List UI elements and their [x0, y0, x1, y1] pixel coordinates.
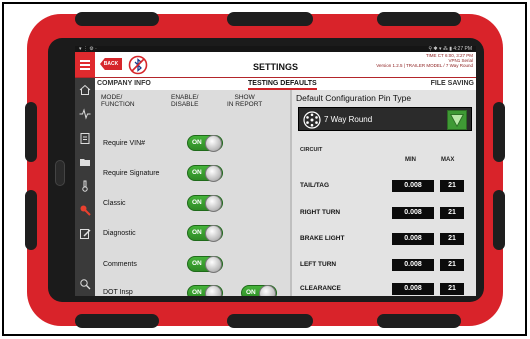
photo: ▾ ⋮ ⚙ · ⚲ ✱ ▾ ⁂ ▮ 4:27 PM BACK SETTINGS …: [0, 0, 530, 339]
